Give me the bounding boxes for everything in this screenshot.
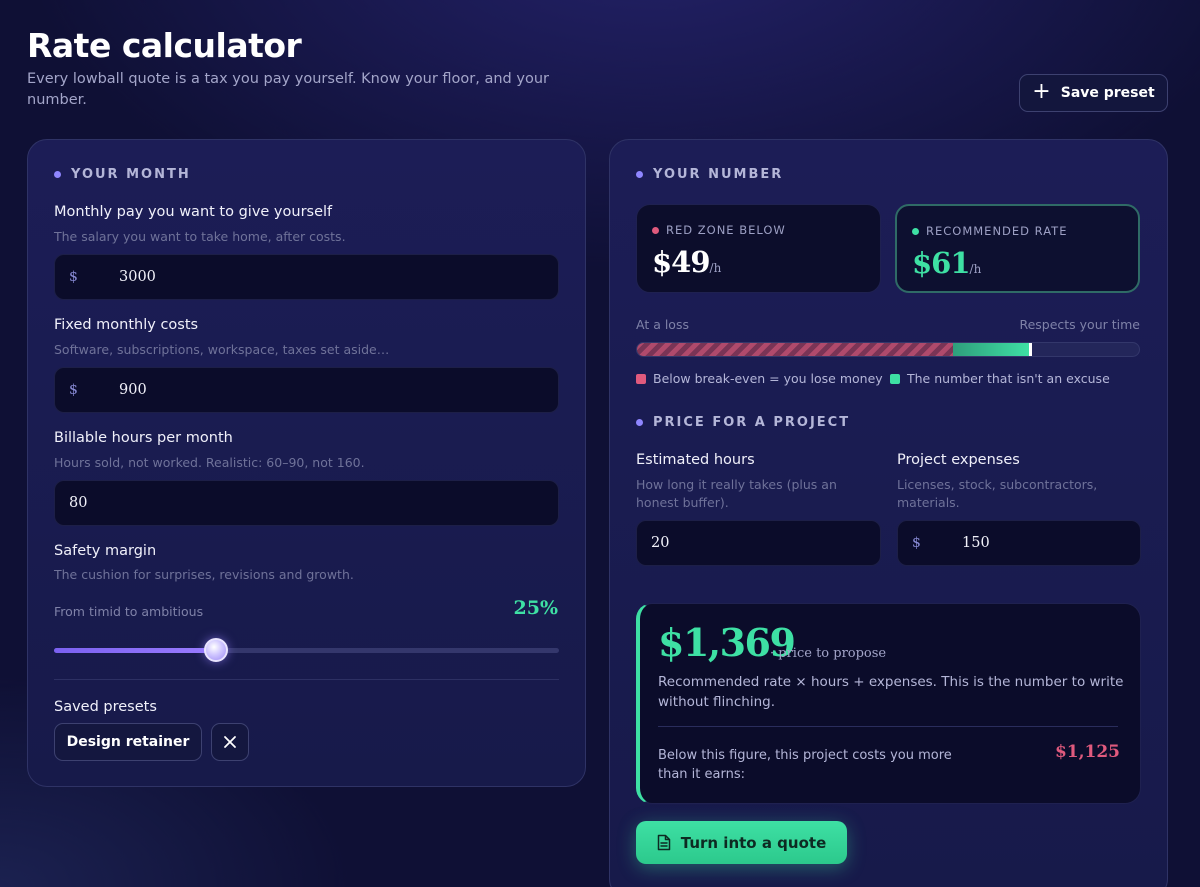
page-subtitle: Every lowball quote is a tax you pay you…	[27, 71, 549, 108]
project-section-label: PRICE FOR A PROJECT	[636, 415, 850, 430]
red-zone-box: RED ZONE BELOW $49/h	[636, 204, 881, 293]
monthly-pay-label: Monthly pay you want to give yourself	[54, 204, 333, 220]
recommended-rate-label-text: RECOMMENDED RATE	[926, 224, 1068, 238]
recommended-rate: $61/h	[912, 246, 981, 280]
rate-unit: /h	[709, 261, 722, 275]
red-zone-value: $49	[652, 245, 711, 279]
loss-zone	[637, 343, 954, 356]
document-icon	[657, 834, 670, 851]
project-expenses-label: Project expenses	[897, 452, 1020, 468]
red-zone-label-text: RED ZONE BELOW	[666, 223, 786, 237]
bullet-dot-icon	[636, 171, 643, 178]
rate-unit: /h	[969, 262, 982, 276]
recommended-rate-label: RECOMMENDED RATE	[912, 224, 1067, 238]
billable-hours-value: 80	[69, 495, 88, 511]
estimated-hours-input[interactable]: 20	[636, 520, 881, 566]
fixed-costs-value: 900	[119, 382, 147, 398]
project-price-description: Recommended rate × hours + expenses. Thi…	[658, 674, 1124, 710]
project-expenses-input[interactable]: $ 150	[897, 520, 1141, 566]
saved-presets-label: Saved presets	[54, 699, 157, 715]
scale-right-caption: Respects your time	[1019, 317, 1140, 332]
your-number-section-label: YOUR NUMBER	[636, 167, 783, 182]
slider-thumb[interactable]	[203, 638, 228, 662]
red-zone-rate: $49/h	[652, 245, 721, 279]
estimated-hours-hint: How long it really takes (plus an honest…	[636, 477, 837, 510]
divider	[658, 726, 1118, 727]
plus-icon: +	[1032, 79, 1051, 104]
section-label-text: YOUR MONTH	[71, 167, 191, 182]
estimated-hours-value: 20	[651, 535, 670, 551]
green-dot-icon	[912, 227, 919, 235]
page-title: Rate calculator	[27, 26, 302, 65]
safety-margin-label: Safety margin	[54, 543, 157, 559]
legend-green-text: The number that isn't an excuse	[907, 371, 1110, 386]
break-even-text: Below this figure, this project costs yo…	[658, 748, 952, 782]
project-price-suffix: · price to propose	[770, 646, 887, 661]
rate-scale-bar	[636, 342, 1140, 357]
bullet-dot-icon	[54, 171, 61, 178]
red-dot-icon	[652, 226, 659, 234]
preset-chip-design-retainer[interactable]: Design retainer	[54, 723, 202, 761]
currency-symbol: $	[69, 269, 78, 285]
currency-symbol: $	[912, 535, 921, 551]
close-icon	[224, 736, 236, 748]
fixed-costs-hint: Software, subscriptions, workspace, taxe…	[54, 342, 390, 357]
project-expenses-hint: Licenses, stock, subcontractors, materia…	[897, 477, 1098, 510]
your-month-section-label: YOUR MONTH	[54, 167, 191, 182]
turn-into-quote-label: Turn into a quote	[680, 833, 827, 852]
break-even-price: $1,125	[1054, 742, 1120, 762]
monthly-pay-value: 3000	[119, 269, 156, 285]
legend-red: Below break-even = you lose money	[636, 371, 883, 386]
project-expenses-value: 150	[962, 535, 990, 551]
legend-red-text: Below break-even = you lose money	[653, 371, 883, 386]
billable-hours-hint: Hours sold, not worked. Realistic: 60–90…	[54, 455, 365, 470]
divider	[54, 679, 559, 680]
safety-margin-hint: The cushion for surprises, revisions and…	[54, 567, 354, 582]
scale-left-caption: At a loss	[636, 317, 689, 332]
fixed-costs-input[interactable]: $ 900	[54, 367, 559, 413]
save-preset-label: Save preset	[1060, 85, 1155, 101]
monthly-pay-hint: The salary you want to take home, after …	[54, 229, 346, 244]
estimated-hours-label: Estimated hours	[636, 452, 755, 468]
monthly-pay-input[interactable]: $ 3000	[54, 254, 559, 300]
safety-margin-slider[interactable]	[54, 638, 559, 662]
safety-margin-value: 25%	[513, 597, 559, 619]
section-label-text: YOUR NUMBER	[653, 167, 784, 182]
billable-hours-label: Billable hours per month	[54, 430, 233, 446]
recommended-zone	[953, 343, 1029, 356]
legend-green: The number that isn't an excuse	[890, 371, 1110, 386]
red-zone-label: RED ZONE BELOW	[652, 223, 786, 237]
turn-into-quote-button[interactable]: Turn into a quote	[636, 821, 847, 864]
red-square-icon	[636, 373, 646, 384]
project-price-result: $1,369 · price to propose Recommended ra…	[636, 603, 1141, 804]
section-label-text: PRICE FOR A PROJECT	[653, 415, 851, 430]
slider-fill	[54, 648, 216, 653]
recommended-rate-value: $61	[912, 246, 971, 280]
bullet-dot-icon	[636, 419, 643, 426]
fixed-costs-label: Fixed monthly costs	[54, 317, 199, 333]
remove-preset-button[interactable]	[211, 723, 249, 761]
billable-hours-input[interactable]: 80	[54, 480, 559, 526]
green-square-icon	[890, 373, 900, 384]
safety-margin-range-caption: From timid to ambitious	[54, 604, 204, 619]
save-preset-button[interactable]: + Save preset	[1019, 74, 1168, 112]
recommended-rate-box: RECOMMENDED RATE $61/h	[895, 204, 1140, 293]
currency-symbol: $	[69, 382, 78, 398]
rate-marker	[1028, 343, 1032, 356]
